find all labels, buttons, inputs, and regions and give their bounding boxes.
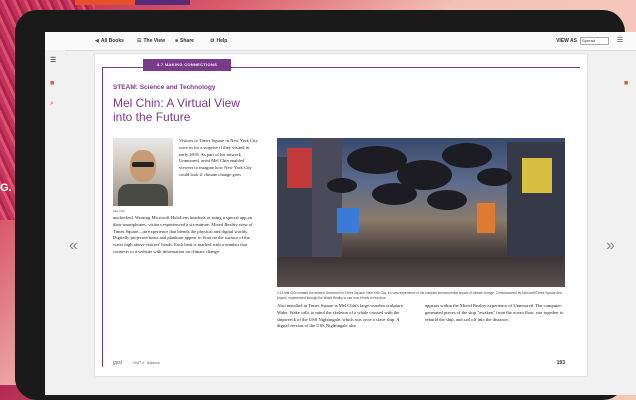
menu-icon[interactable]: ☰: [50, 56, 56, 64]
background-block: [135, 0, 190, 5]
body-text: Visitors to Times Square in New York Cit…: [179, 138, 258, 177]
view-as-select[interactable]: Spread: [580, 37, 609, 45]
toolbar-label: Help: [216, 38, 228, 44]
left-sidebar: ☰ ■ ⌕: [45, 50, 65, 395]
search-icon[interactable]: ⌕: [50, 100, 54, 108]
toolbar-label: Share: [180, 38, 194, 44]
divider: [102, 67, 103, 367]
share-button[interactable]: ■ Share: [175, 38, 194, 44]
help-icon: ⚙: [210, 38, 215, 44]
arrow-left-icon: ◀: [95, 38, 99, 44]
body-text: unchecked. Wearing Microsoft HoloLens he…: [113, 215, 253, 254]
the-view-button[interactable]: ☰ The View: [137, 38, 165, 44]
menu-icon[interactable]: ☰: [617, 36, 623, 44]
all-books-button[interactable]: ◀ All Books: [95, 38, 124, 44]
photo-caption: Mel Chin: [113, 209, 125, 213]
portrait-photo: [113, 138, 173, 206]
list-icon: ☰: [137, 38, 142, 44]
page-number: 193: [556, 360, 565, 366]
body-text: appears within the Mixed Reality experie…: [425, 303, 564, 322]
view-as-control: VIEW AS Spread: [556, 37, 609, 45]
help-button[interactable]: ⚙ Help: [210, 38, 227, 44]
background-text: G.: [0, 182, 12, 194]
publisher-logo: gyst: [113, 360, 123, 366]
bookmark-icon[interactable]: ■: [50, 80, 54, 87]
next-page-button[interactable]: »: [606, 237, 615, 255]
background-block: [75, 0, 135, 5]
bookmark-icon[interactable]: ■: [624, 80, 628, 87]
footer-unit: UNIT 4 · Balance: [133, 361, 160, 365]
toolbar-label: The View: [143, 38, 166, 44]
unit-tab: 4.7 MAKING CONNECTIONS: [143, 59, 231, 71]
toolbar: ◀ All Books ☰ The View ■ Share ⚙ Help VI…: [45, 32, 636, 51]
body-text: Also installed in Times Square is Mel Ch…: [277, 303, 404, 329]
share-icon: ■: [175, 38, 179, 44]
right-sidebar: ■: [619, 50, 636, 395]
book-page: 4.7 MAKING CONNECTIONS STEAM: Science an…: [95, 54, 587, 376]
toolbar-label: All Books: [100, 38, 124, 44]
view-as-label: VIEW AS: [556, 38, 577, 44]
times-square-photo: [277, 138, 565, 287]
section-heading: STEAM: Science and Technology: [113, 84, 216, 91]
photo-caption: 4.13 Mel Chin created the artwork Unmoor…: [277, 291, 562, 300]
tablet-frame: ◀ All Books ☰ The View ■ Share ⚙ Help VI…: [15, 10, 636, 400]
prev-page-button[interactable]: «: [69, 237, 78, 255]
ebook-screen: ◀ All Books ☰ The View ■ Share ⚙ Help VI…: [45, 32, 636, 395]
page-title: Mel Chin: A Virtual View into the Future: [113, 96, 240, 124]
